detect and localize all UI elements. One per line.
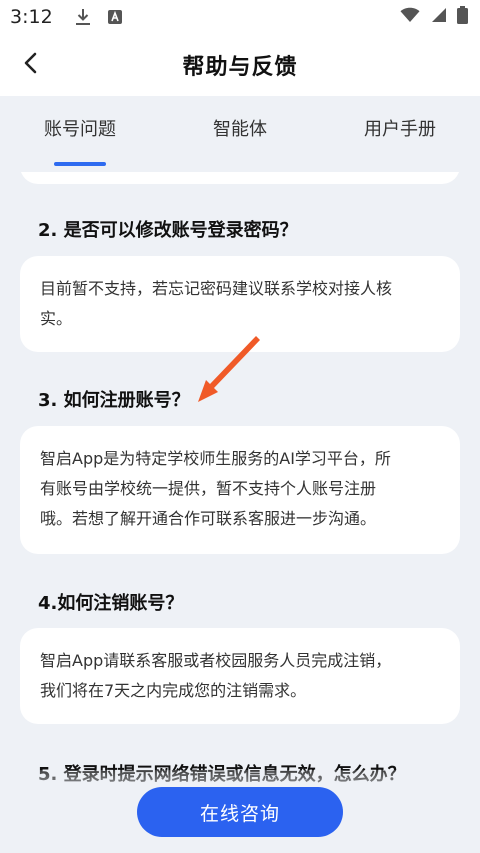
faq-question: 3. 如何注册账号？ [38,390,190,411]
back-button[interactable] [14,48,48,82]
faq-answer-line: 我们将在7天之内完成您的注销需求。 [40,681,307,700]
faq-answer-card: 智启App是为特定学校师生服务的AI学习平台，所 有账号由学校统一提供，暂不支持… [20,426,460,554]
faq-answer-line: 智启App是为特定学校师生服务的AI学习平台，所 [40,449,391,468]
faq-answer-line: 有账号由学校统一提供，暂不支持个人账号注册 [40,479,377,498]
online-consult-button[interactable]: 在线咨询 [137,787,343,837]
download-icon [75,8,91,26]
tab-user-manual[interactable]: 用户手册 [320,96,480,172]
faq-question: 4.如何注销账号？ [38,593,184,614]
faq-answer-line: 智启App请联系客服或者校园服务人员完成注销， [40,651,392,670]
chevron-left-icon [21,51,41,79]
faq-answer-line: 实。 [40,309,73,328]
battery-icon [457,6,468,28]
faq-list[interactable]: 2. 是否可以修改账号登录密码？ 目前暂不支持，若忘记密码建议联系学校对接人核 … [0,172,480,853]
status-time: 3:12 [10,6,53,28]
wifi-icon [400,7,420,27]
annotation-arrow-icon [198,336,260,402]
faq-answer-line: 哦。若想了解开通合作可联系客服进一步沟通。 [40,509,377,528]
faq-answer-card: 智启App请联系客服或者校园服务人员完成注销， 我们将在7天之内完成您的注销需求… [20,628,460,724]
faq-answer-line: 目前暂不支持，若忘记密码建议联系学校对接人核 [40,279,393,298]
tab-bar: 账号问题 智能体 用户手册 [0,96,480,172]
signal-icon [430,7,447,27]
app-notification-icon [107,8,123,26]
faq-question: 2. 是否可以修改账号登录密码？ [38,220,298,241]
tab-agents[interactable]: 智能体 [160,96,320,172]
status-bar: 3:12 [0,0,480,34]
faq-card-previous [20,172,460,184]
app-header: 帮助与反馈 [0,34,480,96]
tab-account-issues[interactable]: 账号问题 [0,96,160,172]
page-title: 帮助与反馈 [182,55,298,80]
